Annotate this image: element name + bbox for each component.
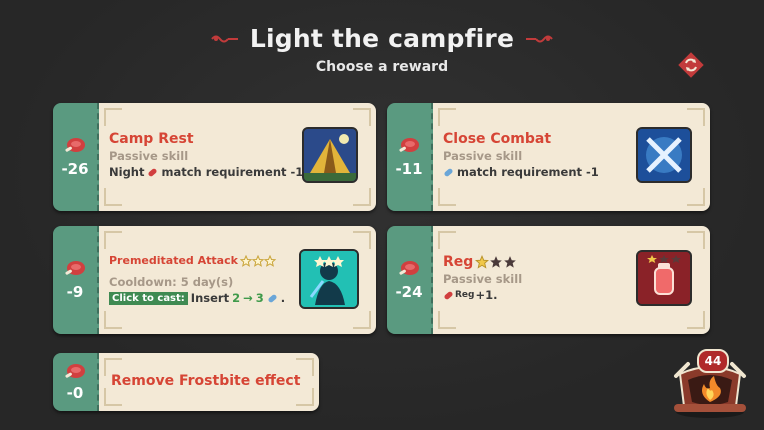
star-rating [475, 255, 517, 269]
cost-stub: -26 [53, 103, 99, 211]
reward-card-premeditated-attack[interactable]: -9 Premeditated Attack Cooldown: 5 day(s… [53, 226, 376, 334]
reward-card-reg[interactable]: -24 Reg Passive skill Reg +1. [387, 226, 710, 334]
click-to-cast-badge[interactable]: Click to cast: [109, 291, 188, 305]
skill-name: Close Combat [443, 131, 552, 147]
card-body: Remove Frostbite effect [99, 353, 319, 411]
star-rating [239, 254, 276, 267]
cost-value: -9 [66, 283, 84, 301]
skill-description: Night match requirement -1 [109, 165, 304, 179]
star-empty-icon [504, 256, 517, 268]
meat-icon [399, 138, 419, 152]
cost-value: -24 [395, 283, 423, 301]
meat-icon [65, 138, 85, 152]
cost-value: -0 [66, 384, 84, 402]
cast-description: Click to cast: Insert 2 → 3 . [109, 291, 285, 305]
skill-type: Passive skill [109, 149, 189, 163]
star-outline-icon [263, 254, 276, 267]
campfire-count-badge: 44 [697, 349, 729, 373]
card-body: Premeditated Attack Cooldown: 5 day(s) C… [99, 226, 376, 334]
cost-stub: -9 [53, 226, 99, 334]
cost-stub: -11 [387, 103, 433, 211]
skill-cooldown: Cooldown: 5 day(s) [109, 275, 234, 289]
meat-icon [399, 261, 419, 275]
star-filled-icon [475, 255, 490, 269]
card-body: Reg Passive skill Reg +1. [433, 226, 710, 334]
skill-description: Reg +1. [443, 288, 522, 302]
reroll-diamond-icon[interactable] [676, 50, 706, 80]
red-gem-icon [148, 168, 158, 176]
ornament-right-icon [526, 35, 553, 42]
potion-jar-icon [636, 250, 692, 306]
reward-card-remove-frostbite[interactable]: -0 Remove Frostbite effect [53, 353, 319, 411]
page-subtitle: Choose a reward [315, 59, 449, 75]
shadow-warrior-icon [299, 249, 359, 309]
cost-value: -11 [395, 160, 423, 178]
reward-card-camp-rest[interactable]: -26 Camp Rest Passive skill Night match … [53, 103, 376, 211]
page-title: Light the campfire [249, 24, 515, 53]
skill-name: Reg [443, 254, 522, 270]
meat-icon [65, 364, 85, 378]
reward-name: Remove Frostbite effect [111, 373, 301, 389]
skill-description: match requirement -1 [443, 165, 599, 179]
card-body: Close Combat Passive skill match require… [433, 103, 710, 211]
crossed-swords-icon [636, 127, 692, 183]
cost-value: -26 [61, 160, 89, 178]
meat-icon [65, 261, 85, 275]
header: Light the campfire Choose a reward [0, 24, 764, 75]
cost-stub: -24 [387, 226, 433, 334]
star-outline-icon [239, 254, 252, 267]
blue-gem-icon [268, 294, 277, 302]
card-body: Camp Rest Passive skill Night match requ… [99, 103, 376, 211]
blue-gem-icon [444, 168, 453, 176]
skill-name: Camp Rest [109, 131, 194, 147]
skill-type: Passive skill [443, 272, 523, 286]
red-gem-icon [444, 291, 453, 299]
ornament-left-icon [211, 35, 238, 42]
tent-icon [302, 127, 358, 183]
reward-card-close-combat[interactable]: -11 Close Combat Passive skill match req… [387, 103, 710, 211]
skill-type: Passive skill [443, 149, 523, 163]
star-outline-icon [251, 254, 264, 267]
skill-name: Premeditated Attack [109, 254, 285, 267]
cost-stub: -0 [53, 353, 99, 411]
star-empty-icon [490, 256, 503, 268]
